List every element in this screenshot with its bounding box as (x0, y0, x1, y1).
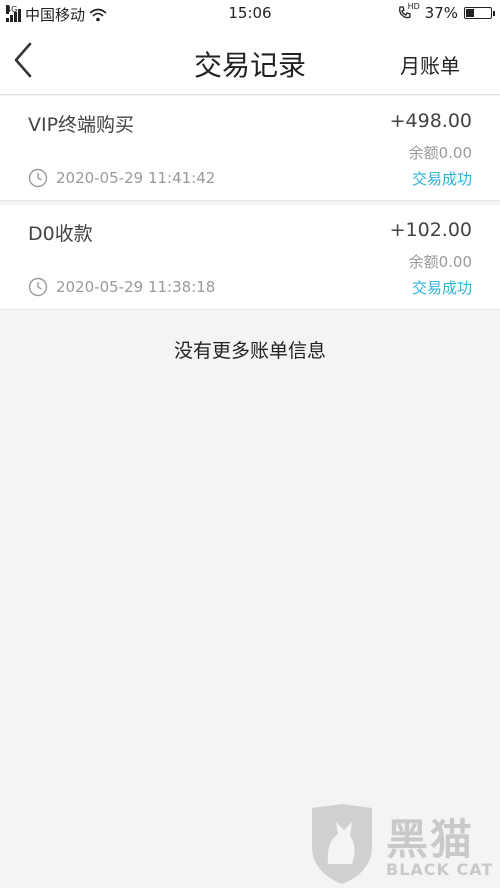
transaction-amount: +498.00 (389, 110, 472, 132)
call-hd-icon: HD (397, 2, 420, 21)
transaction-time: 2020-05-29 11:41:42 (28, 168, 215, 188)
battery-fill (466, 9, 475, 17)
transaction-datetime: 2020-05-29 11:38:18 (56, 278, 216, 296)
clock-icon (28, 277, 48, 297)
battery-icon (464, 7, 495, 19)
transaction-status: 交易成功 (411, 279, 472, 297)
transaction-datetime: 2020-05-29 11:41:42 (56, 169, 216, 187)
battery-percent: 37% (424, 4, 458, 22)
transaction-title: VIP终端购买 (28, 114, 135, 136)
transaction-status: 交易成功 (411, 170, 472, 188)
transaction-row[interactable]: D0收款 +102.00 余额0.00 2020-05-29 11:38:18 … (0, 205, 500, 310)
hd-tag: HD (407, 2, 420, 11)
transaction-balance: 余额0.00 (408, 144, 472, 162)
transaction-balance: 余额0.00 (408, 253, 472, 271)
back-button[interactable] (10, 40, 40, 80)
black-cat-logo-icon (312, 804, 372, 884)
status-right: HD 37% (397, 2, 495, 22)
chevron-left-icon (14, 42, 32, 78)
status-bar: 4G 中国移动 15:06 HD 37% (0, 0, 500, 28)
transaction-row[interactable]: VIP终端购买 +498.00 余额0.00 2020-05-29 11:41:… (0, 96, 500, 201)
transaction-time: 2020-05-29 11:38:18 (28, 277, 215, 297)
watermark-subtext: BLACK CAT (386, 860, 494, 879)
monthly-bill-button[interactable]: 月账单 (400, 50, 460, 79)
clock-icon (28, 168, 48, 188)
transaction-amount: +102.00 (389, 219, 472, 241)
header-bar: 交易记录 月账单 (0, 28, 500, 95)
transaction-title: D0收款 (28, 223, 93, 245)
no-more-records-text: 没有更多账单信息 (173, 340, 326, 362)
watermark-text: 黑猫 (386, 815, 475, 864)
transaction-list: VIP终端购买 +498.00 余额0.00 2020-05-29 11:41:… (0, 96, 500, 314)
black-cat-watermark: 黑猫 BLACK CAT (302, 802, 498, 886)
